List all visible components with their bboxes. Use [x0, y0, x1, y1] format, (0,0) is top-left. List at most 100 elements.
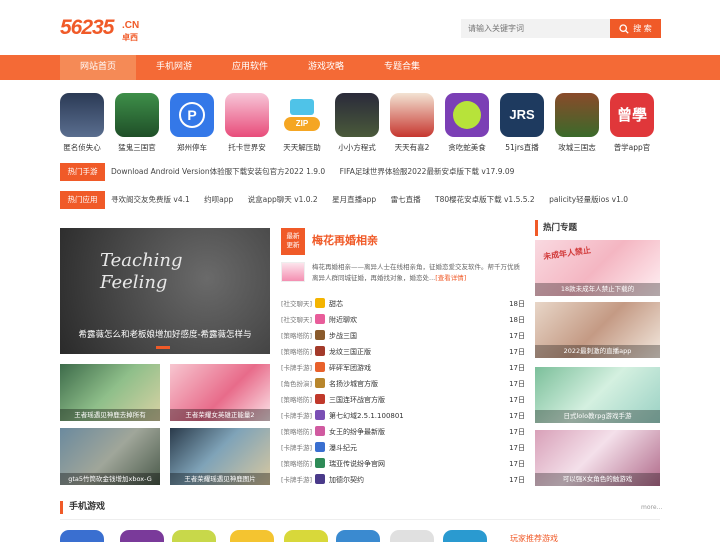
list-item[interactable]: [策略塔防] 瑞亚传说纷争官网 17日: [281, 458, 525, 474]
list-item-category[interactable]: [策略塔防]: [281, 426, 312, 438]
hot-app-link[interactable]: 星月直播app: [332, 195, 376, 204]
app-item[interactable]: P 郑州停车: [168, 93, 216, 153]
topic-caption: 日式lolo教rpg游戏手游: [535, 410, 660, 423]
search-bar: 搜 索: [461, 19, 661, 38]
list-item-date: 17日: [509, 444, 525, 452]
list-item[interactable]: [策略塔防] 三国连环战官方版 17日: [281, 394, 525, 410]
list-item[interactable]: [社交聊天] 附近聊欢 18日: [281, 314, 525, 330]
list-item-date: 17日: [509, 412, 525, 420]
list-item-category[interactable]: [卡牌手游]: [281, 410, 312, 422]
hot-game-link[interactable]: FIFA足球世界体验服2022最新安卓版下载 v17.9.09: [340, 167, 515, 176]
hot-app-link[interactable]: 雷七直播: [391, 195, 421, 204]
list-item-name[interactable]: 龙纹三国正版: [329, 346, 371, 358]
logo-number: 56235: [60, 16, 114, 39]
topic-card[interactable]: 2022最刺激的直播app: [535, 302, 660, 358]
list-item-name[interactable]: 步战三国: [329, 330, 357, 342]
thumb-card[interactable]: 王者荣耀女英雄正能量2: [170, 364, 270, 421]
list-item-category[interactable]: [策略塔防]: [281, 394, 312, 406]
app-name: 51jrs直播: [505, 143, 539, 152]
list-item[interactable]: [角色扮演] 名扬沙城官方版 17日: [281, 378, 525, 394]
game-icon[interactable]: [336, 530, 380, 542]
feature-title[interactable]: 梅花再婚相亲: [312, 232, 378, 248]
game-icon[interactable]: [172, 530, 216, 542]
list-item-category[interactable]: [策略塔防]: [281, 346, 312, 358]
list-item-date: 17日: [509, 364, 525, 372]
search-input[interactable]: [461, 19, 610, 38]
app-item[interactable]: JRS 51jrs直播: [498, 93, 546, 153]
zip-icon: ZIP: [284, 117, 320, 131]
list-item-name[interactable]: 甜芯: [329, 298, 343, 310]
game-icon[interactable]: [120, 530, 164, 542]
list-item-name[interactable]: 女王的纷争最新版: [329, 426, 385, 438]
list-item-category[interactable]: [卡牌手游]: [281, 362, 312, 374]
list-item[interactable]: [策略塔防] 步战三国 17日: [281, 330, 525, 346]
nav-item-apps[interactable]: 应用软件: [212, 55, 288, 80]
list-item-category[interactable]: [社交聊天]: [281, 314, 312, 326]
app-item[interactable]: 猛鬼三国官: [113, 93, 161, 153]
list-item-name[interactable]: 瑞亚传说纷争官网: [329, 458, 385, 470]
list-item-name[interactable]: 瀑斗纪元: [329, 442, 357, 454]
app-item[interactable]: 贪吃蛇美食: [443, 93, 491, 153]
list-item[interactable]: [卡牌手游] 砰砰军团游戏 17日: [281, 362, 525, 378]
game-icon[interactable]: [230, 530, 274, 542]
list-item-category[interactable]: [卡牌手游]: [281, 474, 312, 486]
featured-slider[interactable]: Teaching Feeling 希露薇怎么和老板娘增加好感度-希露薇怎样与: [60, 228, 270, 354]
list-item-category[interactable]: [角色扮演]: [281, 378, 312, 390]
list-item-name[interactable]: 第七幻域2.5.1.100801: [329, 410, 404, 422]
game-icon[interactable]: [390, 530, 434, 542]
app-item[interactable]: 托卡世界安: [223, 93, 271, 153]
hot-app-link[interactable]: 寻欢阁交友免费版 v4.1: [111, 195, 190, 204]
hot-game-link[interactable]: Download Android Version体验服下载安装包官方2022 1…: [111, 167, 325, 176]
list-item-category[interactable]: [策略塔防]: [281, 330, 312, 342]
thumb-card[interactable]: gta5竹筒砍金钱增加xbox-G: [60, 428, 160, 485]
nav-item-guides[interactable]: 游戏攻略: [288, 55, 364, 80]
feature-app-icon[interactable]: [281, 262, 305, 282]
hot-app-link[interactable]: 说盒app聊天 v1.0.2: [248, 195, 318, 204]
topic-card[interactable]: 可以强X女角色的触游戏: [535, 430, 660, 486]
game-icon[interactable]: [284, 530, 328, 542]
app-item[interactable]: 攻城三国志: [553, 93, 601, 153]
site-logo[interactable]: 56235 .CN 卓西: [60, 16, 140, 42]
app-item[interactable]: 匿名侦失心: [58, 93, 106, 153]
thumb-card[interactable]: 王者瑶遇见神鹿去掉所有: [60, 364, 160, 421]
app-item[interactable]: 曾學 曾学app官: [608, 93, 656, 153]
list-item-category[interactable]: [策略塔防]: [281, 458, 312, 470]
list-item[interactable]: [策略塔防] 女王的纷争最新版 17日: [281, 426, 525, 442]
list-item[interactable]: [卡牌手游] 加德尔契约 17日: [281, 474, 525, 490]
list-item-date: 17日: [509, 332, 525, 340]
list-item[interactable]: [卡牌手游] 第七幻域2.5.1.100801 17日: [281, 410, 525, 426]
hot-app-link[interactable]: palicity轻量版ios v1.0: [549, 195, 628, 204]
nav-item-home[interactable]: 网站首页: [60, 55, 136, 80]
search-button[interactable]: 搜 索: [610, 19, 661, 38]
list-item-name[interactable]: 附近聊欢: [329, 314, 357, 326]
list-item[interactable]: [策略塔防] 龙纹三国正版 17日: [281, 346, 525, 362]
hot-games-row: 热门手游 Download Android Version体验服下载安装包官方2…: [60, 163, 660, 181]
game-icon[interactable]: [60, 530, 104, 542]
list-item[interactable]: [卡牌手游] 瀑斗纪元 17日: [281, 442, 525, 458]
thumb-card[interactable]: 王者荣耀瑶遇见神鹿图片: [170, 428, 270, 485]
app-icon-row: 匿名侦失心 猛鬼三国官 P 郑州停车 托卡世界安 ZIP 天天解压助 小小方程式…: [60, 93, 660, 155]
game-icon[interactable]: [443, 530, 487, 542]
app-item[interactable]: 天天有喜2: [388, 93, 436, 153]
slider-dot[interactable]: [156, 346, 170, 349]
topic-card[interactable]: 日式lolo教rpg游戏手游: [535, 367, 660, 423]
slider-caption: 希露薇怎么和老板娘增加好感度-希露薇怎样与: [78, 330, 252, 340]
hot-app-link[interactable]: T80樱花安卓版下载 v1.5.5.2: [435, 195, 535, 204]
app-item[interactable]: 小小方程式: [333, 93, 381, 153]
topic-card[interactable]: 未成年人禁止 18款未成年人禁止下载的: [535, 240, 660, 296]
feature-more-link[interactable]: [查看详情]: [435, 274, 466, 282]
thumb-caption: 王者荣耀女英雄正能量2: [170, 409, 270, 421]
list-item[interactable]: [社交聊天] 甜芯 18日: [281, 298, 525, 314]
list-item-category[interactable]: [卡牌手游]: [281, 442, 312, 454]
list-item-name[interactable]: 三国连环战官方版: [329, 394, 385, 406]
app-icon: [315, 410, 325, 420]
nav-item-topics[interactable]: 专题合集: [364, 55, 440, 80]
app-item[interactable]: ZIP 天天解压助: [278, 93, 326, 153]
nav-item-mobile-games[interactable]: 手机网游: [136, 55, 212, 80]
list-item-name[interactable]: 加德尔契约: [329, 474, 364, 486]
list-item-name[interactable]: 砰砰军团游戏: [329, 362, 371, 374]
more-link[interactable]: more...: [641, 504, 662, 511]
list-item-name[interactable]: 名扬沙城官方版: [329, 378, 378, 390]
hot-app-link[interactable]: 约呗app: [204, 195, 233, 204]
list-item-category[interactable]: [社交聊天]: [281, 298, 312, 310]
